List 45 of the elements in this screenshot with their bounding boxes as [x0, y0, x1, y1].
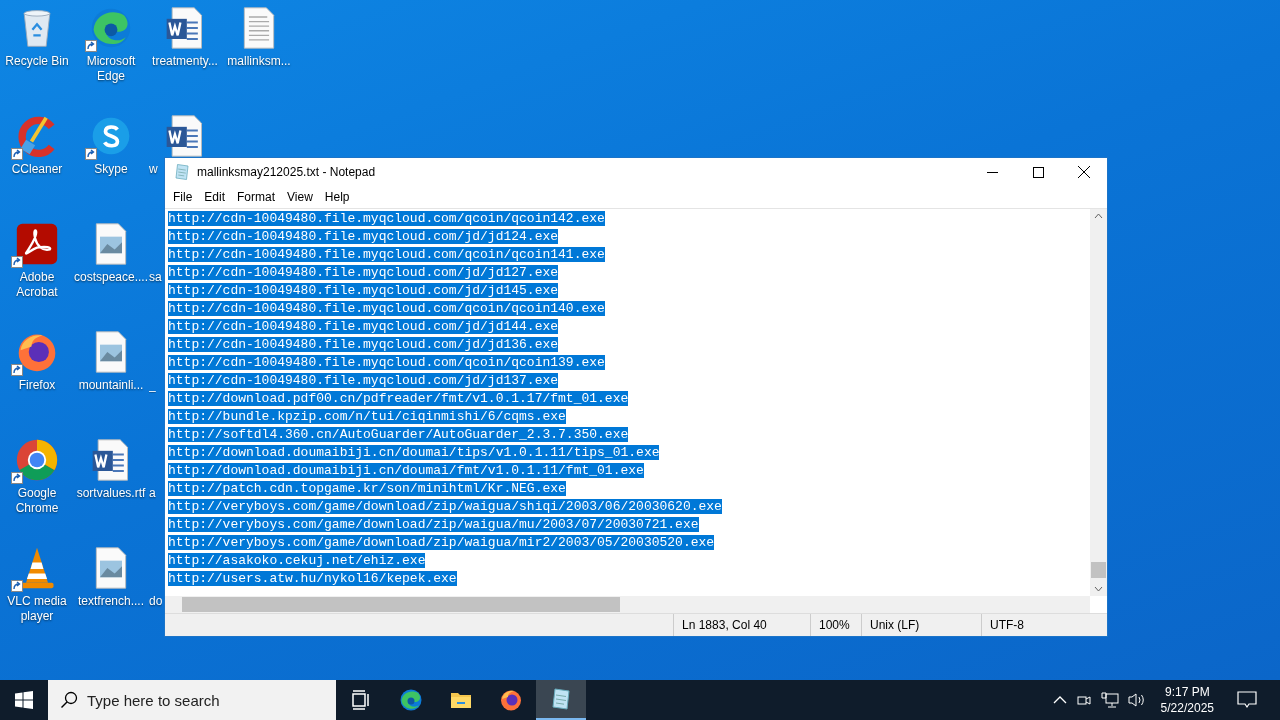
close-icon [1078, 166, 1090, 178]
status-text: Ln 1883, Col 40 [674, 614, 811, 636]
icon-label[interactable]: treatmenty... [152, 54, 218, 69]
icon-label[interactable]: Google Chrome [0, 486, 74, 516]
notepad-icon [173, 163, 191, 181]
icon-label[interactable]: Recycle Bin [5, 54, 69, 69]
icon-label[interactable]: sortvalues.rtf [76, 486, 146, 501]
icon-label[interactable]: do [149, 594, 163, 609]
menu-item[interactable]: Format [231, 188, 282, 206]
icon-label[interactable]: Adobe Acrobat [0, 270, 74, 300]
horizontal-scrollbar[interactable] [165, 596, 1090, 613]
scrollbar-thumb[interactable] [1091, 562, 1106, 578]
icon-label[interactable]: textfrench.... [78, 594, 144, 609]
search-icon [60, 691, 78, 709]
icon-label[interactable]: _ [149, 378, 156, 393]
scrollbar-thumb[interactable] [182, 597, 620, 612]
windows-logo-icon [15, 691, 33, 709]
menu-item[interactable]: File [167, 188, 199, 206]
volume-icon[interactable] [1127, 692, 1146, 708]
menu-item[interactable]: Edit [198, 188, 232, 206]
icon-label[interactable]: costspeace.... [74, 270, 148, 285]
search-field[interactable]: Type here to search [48, 680, 336, 720]
icon-label[interactable]: Microsoft Edge [74, 54, 148, 84]
icon-label[interactable]: w [149, 162, 158, 177]
icon-label[interactable]: a [149, 486, 156, 501]
clock-date[interactable]: 5/22/2025 [1160, 700, 1214, 716]
window-title: mallinksmay212025.txt - Notepad [197, 165, 377, 179]
menu-item[interactable]: View [281, 188, 319, 206]
maximize-icon [1032, 166, 1044, 178]
status-text: Unix (LF) [862, 614, 982, 636]
status-text: 100% [811, 614, 862, 636]
icon-label[interactable]: CCleaner [11, 162, 63, 177]
notification-icon[interactable] [1237, 691, 1257, 709]
icon-label[interactable]: mallinksm... [227, 54, 291, 69]
icon-label[interactable]: Skype [94, 162, 128, 177]
icon-label[interactable]: Firefox [18, 378, 56, 393]
clock-time[interactable]: 9:17 PM [1164, 684, 1210, 700]
icon-label[interactable]: VLC media player [0, 594, 74, 624]
icon-label[interactable]: sa [149, 270, 162, 285]
network-icon[interactable] [1100, 692, 1119, 708]
notepad-icon[interactable] [536, 680, 586, 720]
menu-item[interactable]: Help [318, 188, 356, 206]
icon-label[interactable]: mountainli... [78, 378, 144, 393]
status-text: UTF-8 [989, 617, 1025, 634]
vertical-scrollbar[interactable] [1090, 209, 1107, 596]
